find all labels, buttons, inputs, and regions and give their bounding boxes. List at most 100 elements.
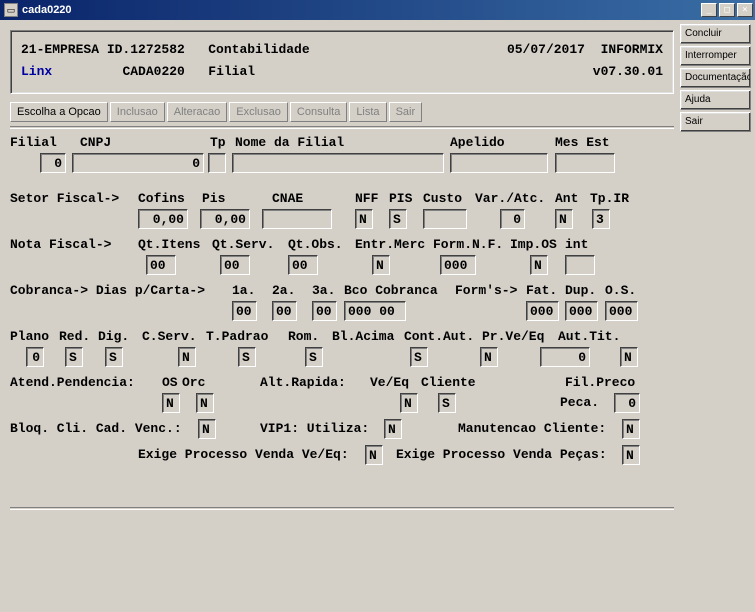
lbl-plano: Plano (10, 329, 49, 344)
fld-3a[interactable]: 00 (312, 301, 337, 321)
fld-auttit-val[interactable]: 0 (540, 347, 590, 367)
lbl-tp: Tp (210, 135, 226, 150)
menubar: Escolha a Opcao Inclusao Alteracao Exclu… (10, 102, 674, 122)
fld-qtserv[interactable]: 00 (220, 255, 250, 275)
lbl-bloq: Bloq. Cli. Cad. Venc.: (10, 421, 182, 436)
minimize-button[interactable]: _ (701, 3, 717, 17)
fld-contaut[interactable]: S (410, 347, 428, 367)
header-vendor: Linx (21, 61, 52, 83)
menu-lista[interactable]: Lista (349, 102, 386, 122)
fld-dup[interactable]: 000 (565, 301, 598, 321)
lbl-piscol: PIS (389, 191, 412, 206)
lbl-bco: Bco Cobranca (344, 283, 438, 298)
fld-rom[interactable]: S (238, 347, 256, 367)
lbl-tpir: Tp.IR (590, 191, 629, 206)
header-versao: v07.30.01 (593, 61, 663, 83)
fld-custo[interactable] (423, 209, 467, 229)
fld-bloq[interactable]: N (198, 419, 216, 439)
fld-entrmerc[interactable]: N (372, 255, 390, 275)
fld-pis[interactable]: 0,00 (200, 209, 250, 229)
fld-cnpj[interactable]: 0 (72, 153, 204, 173)
lbl-orc: Orc (182, 375, 205, 390)
fld-nome[interactable] (232, 153, 444, 173)
right-panel: Concluir Interromper Documentação Ajuda … (680, 20, 755, 612)
fld-filpreco-peca[interactable]: 0 (614, 393, 640, 413)
lbl-tpadrao: T.Padrao (206, 329, 268, 344)
fld-alt-veeq[interactable]: N (400, 393, 418, 413)
fld-qtitens[interactable]: 00 (146, 255, 176, 275)
lbl-cobranca: Cobranca-> Dias p/Carta-> (10, 283, 205, 298)
fld-alt-cliente[interactable]: S (438, 393, 456, 413)
fld-cnae[interactable] (262, 209, 332, 229)
fld-prveeq[interactable]: N (480, 347, 498, 367)
fld-atend-orc[interactable]: N (196, 393, 214, 413)
lbl-nome: Nome da Filial (235, 135, 344, 150)
lbl-mesest: Mes Est (555, 135, 610, 150)
maximize-button[interactable]: □ (719, 3, 735, 17)
lbl-filial: Filial (10, 135, 57, 150)
close-button[interactable]: × (737, 3, 753, 17)
fld-piscol[interactable]: S (389, 209, 407, 229)
fld-exige2[interactable]: N (622, 445, 640, 465)
btn-documentacao[interactable]: Documentação (680, 68, 751, 88)
lbl-exige2: Exige Processo Venda Peças: (396, 447, 607, 462)
lbl-reddig: Red. Dig. (59, 329, 129, 344)
fld-2a[interactable]: 00 (272, 301, 297, 321)
lbl-cserv: C.Serv. (142, 329, 197, 344)
fld-manut[interactable]: N (622, 419, 640, 439)
menu-consulta[interactable]: Consulta (290, 102, 347, 122)
header-box: 21-EMPRESA ID.1272582 Contabilidade 05/0… (10, 30, 674, 94)
lbl-vip1: VIP1: Utiliza: (260, 421, 369, 436)
fld-reddig[interactable]: S (65, 347, 83, 367)
fld-ant[interactable]: N (555, 209, 573, 229)
lbl-contaut: Cont.Aut. (404, 329, 474, 344)
fld-formnf[interactable]: 000 (440, 255, 476, 275)
fld-impos[interactable]: N (530, 255, 548, 275)
fld-apelido[interactable] (450, 153, 548, 173)
lbl-os: O.S. (605, 283, 636, 298)
fld-bco[interactable]: 000 00 (344, 301, 406, 321)
fld-exige1[interactable]: N (365, 445, 383, 465)
fld-int[interactable] (565, 255, 595, 275)
fld-nff[interactable]: N (355, 209, 373, 229)
fld-qtobs[interactable]: 00 (288, 255, 318, 275)
menu-exclusao[interactable]: Exclusao (229, 102, 288, 122)
divider-bottom (10, 507, 674, 510)
btn-sair[interactable]: Sair (680, 112, 751, 132)
lbl-auttit: Aut.Tit. (558, 329, 620, 344)
header-empresa: 21-EMPRESA ID.1272582 (21, 39, 185, 61)
fld-tp[interactable] (208, 153, 226, 173)
lbl-impos: Imp.OS (510, 237, 557, 252)
btn-ajuda[interactable]: Ajuda (680, 90, 751, 110)
fld-atend-os[interactable]: N (162, 393, 180, 413)
fld-blacima[interactable]: S (305, 347, 323, 367)
menu-inclusao[interactable]: Inclusao (110, 102, 165, 122)
menu-sair[interactable]: Sair (389, 102, 423, 122)
fld-tpir[interactable]: 3 (592, 209, 610, 229)
fld-cofins[interactable]: 0,00 (138, 209, 188, 229)
fld-1a[interactable]: 00 (232, 301, 257, 321)
lbl-filpreco: Fil.Preco (565, 375, 635, 390)
lbl-qtitens: Qt.Itens (138, 237, 200, 252)
fld-fat[interactable]: 000 (526, 301, 559, 321)
header-db: INFORMIX (601, 39, 663, 61)
fld-auttit-flag[interactable]: N (620, 347, 638, 367)
menu-escolha[interactable]: Escolha a Opcao (10, 102, 108, 122)
fld-vip1[interactable]: N (384, 419, 402, 439)
fld-varatc[interactable]: 0 (500, 209, 525, 229)
menu-alteracao[interactable]: Alteracao (167, 102, 227, 122)
fld-mesest[interactable] (555, 153, 615, 173)
fld-filial[interactable]: 0 (40, 153, 66, 173)
lbl-exige1: Exige Processo Venda Ve/Eq: (138, 447, 349, 462)
btn-concluir[interactable]: Concluir (680, 24, 751, 44)
lbl-cnpj: CNPJ (80, 135, 111, 150)
fld-cserv[interactable]: S (105, 347, 123, 367)
fld-tpadrao[interactable]: N (178, 347, 196, 367)
header-data: 05/07/2017 (507, 39, 585, 61)
btn-interromper[interactable]: Interromper (680, 46, 751, 66)
lbl-cofins: Cofins (138, 191, 185, 206)
fld-plano[interactable]: 0 (26, 347, 44, 367)
lbl-nota: Nota Fiscal-> (10, 237, 111, 252)
fld-oscol[interactable]: 000 (605, 301, 638, 321)
lbl-setor: Setor Fiscal-> (10, 191, 119, 206)
